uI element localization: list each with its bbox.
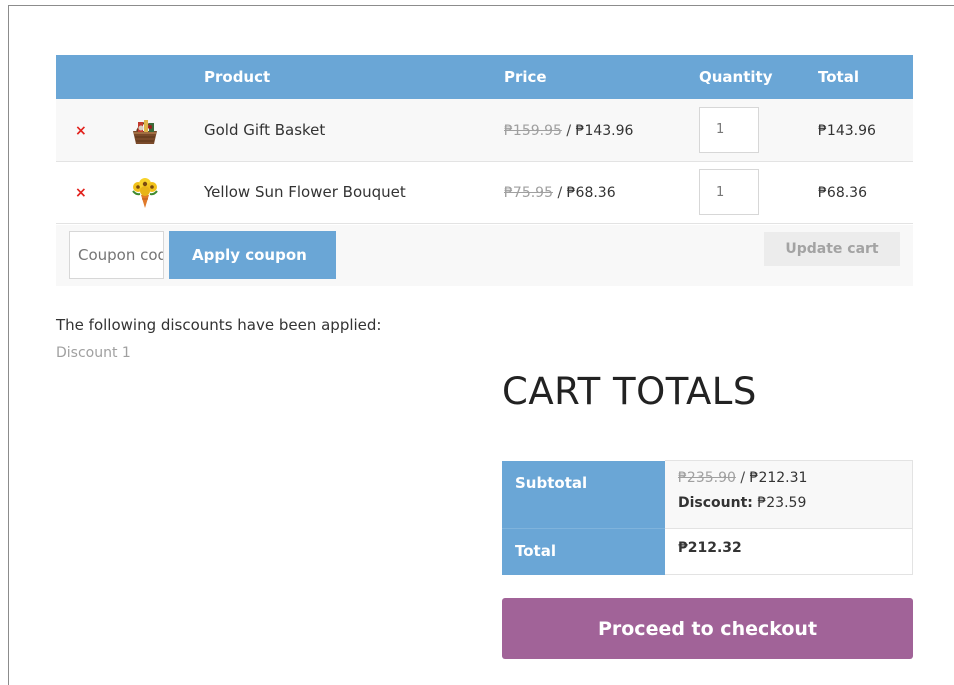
- flower-bouquet-icon[interactable]: [128, 175, 162, 209]
- discounted-price: ₱68.36: [566, 185, 616, 201]
- discounts-heading: The following discounts have been applie…: [56, 316, 382, 334]
- header-quantity: Quantity: [699, 68, 773, 86]
- order-total-amount: ₱212.32: [678, 540, 742, 556]
- line-total-cell: ₱68.36: [818, 161, 913, 224]
- subtotal-discounted: ₱212.31: [749, 470, 808, 486]
- header-product: Product: [204, 68, 271, 86]
- quantity-cell: [699, 99, 818, 162]
- line-total: ₱68.36: [818, 185, 867, 201]
- discount-amount: ₱23.59: [757, 495, 807, 511]
- order-total-row: Total ₱212.32: [502, 528, 913, 575]
- product-name-link[interactable]: Gold Gift Basket: [204, 121, 325, 139]
- update-cart-button[interactable]: Update cart: [764, 232, 900, 266]
- thumbnail-cell: [114, 161, 204, 224]
- line-total: ₱143.96: [818, 122, 876, 139]
- cart-totals-title: CART TOTALS: [502, 370, 757, 413]
- discount-line: Discount: ₱23.59: [678, 495, 912, 511]
- discounted-price: ₱143.96: [575, 122, 634, 139]
- subtotal-value-cell: ₱235.90 / ₱212.31 Discount: ₱23.59: [665, 460, 913, 529]
- total-value-cell: ₱212.32: [665, 528, 913, 575]
- subtotal-label: Subtotal: [502, 460, 665, 529]
- applied-discount-item: Discount 1: [56, 345, 131, 361]
- header-price: Price: [504, 68, 547, 86]
- cart-item-row: × Yellow Sun Flower Bouquet ₱75.95 / ₱68…: [56, 161, 913, 224]
- product-name-link[interactable]: Yellow Sun Flower Bouquet: [204, 183, 406, 201]
- cart-table: Product Price Quantity Total × Gold Gift…: [56, 55, 913, 224]
- line-total-cell: ₱143.96: [818, 99, 913, 162]
- header-total: Total: [818, 68, 859, 86]
- quantity-cell: [699, 161, 818, 224]
- header-thumbnail: [114, 55, 204, 99]
- cart-item-row: × Gold Gift Basket ₱159.95 / ₱143.96 1 ₱…: [56, 99, 913, 162]
- remove-cell: ×: [56, 99, 114, 162]
- remove-item-icon[interactable]: ×: [75, 124, 87, 138]
- cart-table-header: Product Price Quantity Total: [56, 55, 913, 99]
- proceed-to-checkout-button[interactable]: Proceed to checkout: [502, 598, 913, 659]
- header-remove: [56, 55, 114, 99]
- thumbnail-cell: [114, 99, 204, 162]
- original-price: ₱159.95: [504, 122, 562, 139]
- apply-coupon-button[interactable]: Apply coupon: [169, 231, 336, 279]
- discount-label: Discount:: [678, 495, 753, 511]
- coupon-code-input[interactable]: [69, 231, 164, 279]
- subtotal-separator: /: [735, 470, 750, 486]
- remove-cell: ×: [56, 161, 114, 224]
- price-cell: ₱159.95 / ₱143.96: [504, 99, 699, 162]
- price-cell: ₱75.95 / ₱68.36: [504, 161, 699, 224]
- subtotal-original: ₱235.90: [678, 470, 736, 486]
- gift-basket-icon[interactable]: [128, 113, 162, 147]
- product-name-cell: Gold Gift Basket: [204, 99, 504, 162]
- original-price: ₱75.95: [504, 185, 553, 201]
- product-name-cell: Yellow Sun Flower Bouquet: [204, 161, 504, 224]
- quantity-input[interactable]: [699, 106, 759, 153]
- quantity-input[interactable]: [699, 169, 759, 215]
- remove-item-icon[interactable]: ×: [75, 186, 87, 200]
- price-separator: /: [553, 185, 567, 201]
- total-label: Total: [502, 528, 665, 575]
- price-separator: /: [561, 122, 576, 139]
- cart-totals-table: Subtotal ₱235.90 / ₱212.31 Discount: ₱23…: [502, 460, 913, 575]
- subtotal-row: Subtotal ₱235.90 / ₱212.31 Discount: ₱23…: [502, 460, 913, 529]
